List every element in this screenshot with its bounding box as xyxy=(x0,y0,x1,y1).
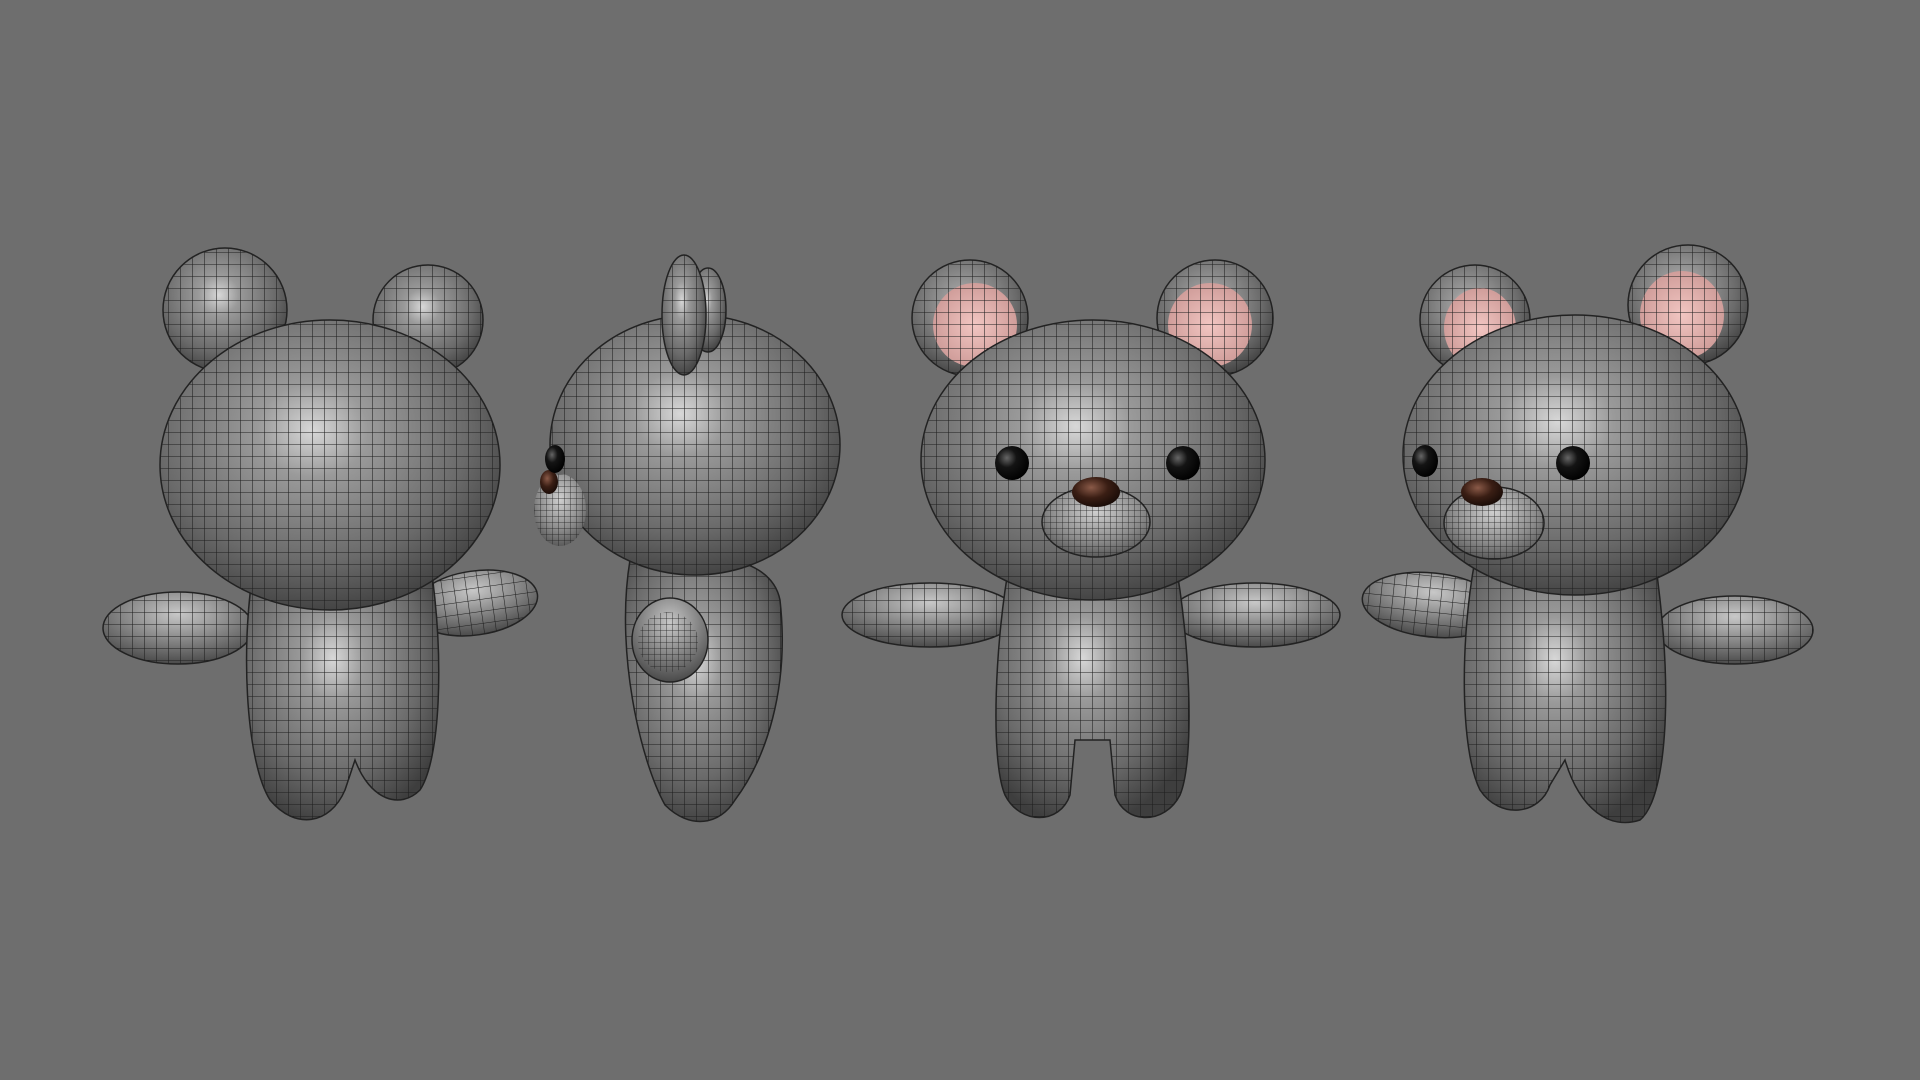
bear-side-eye xyxy=(545,445,565,473)
bear-back-arm-left xyxy=(102,591,254,665)
viewport-canvas xyxy=(0,0,1920,1080)
bear-back-head xyxy=(159,319,501,611)
bear-tq-arm-right xyxy=(1656,595,1814,665)
bear-front-arm-left xyxy=(841,582,1019,648)
3d-viewport[interactable] xyxy=(0,0,1920,1080)
bear-side-arm xyxy=(631,597,709,683)
bear-front-head xyxy=(920,319,1266,601)
bear-front-arm-right xyxy=(1169,582,1341,648)
